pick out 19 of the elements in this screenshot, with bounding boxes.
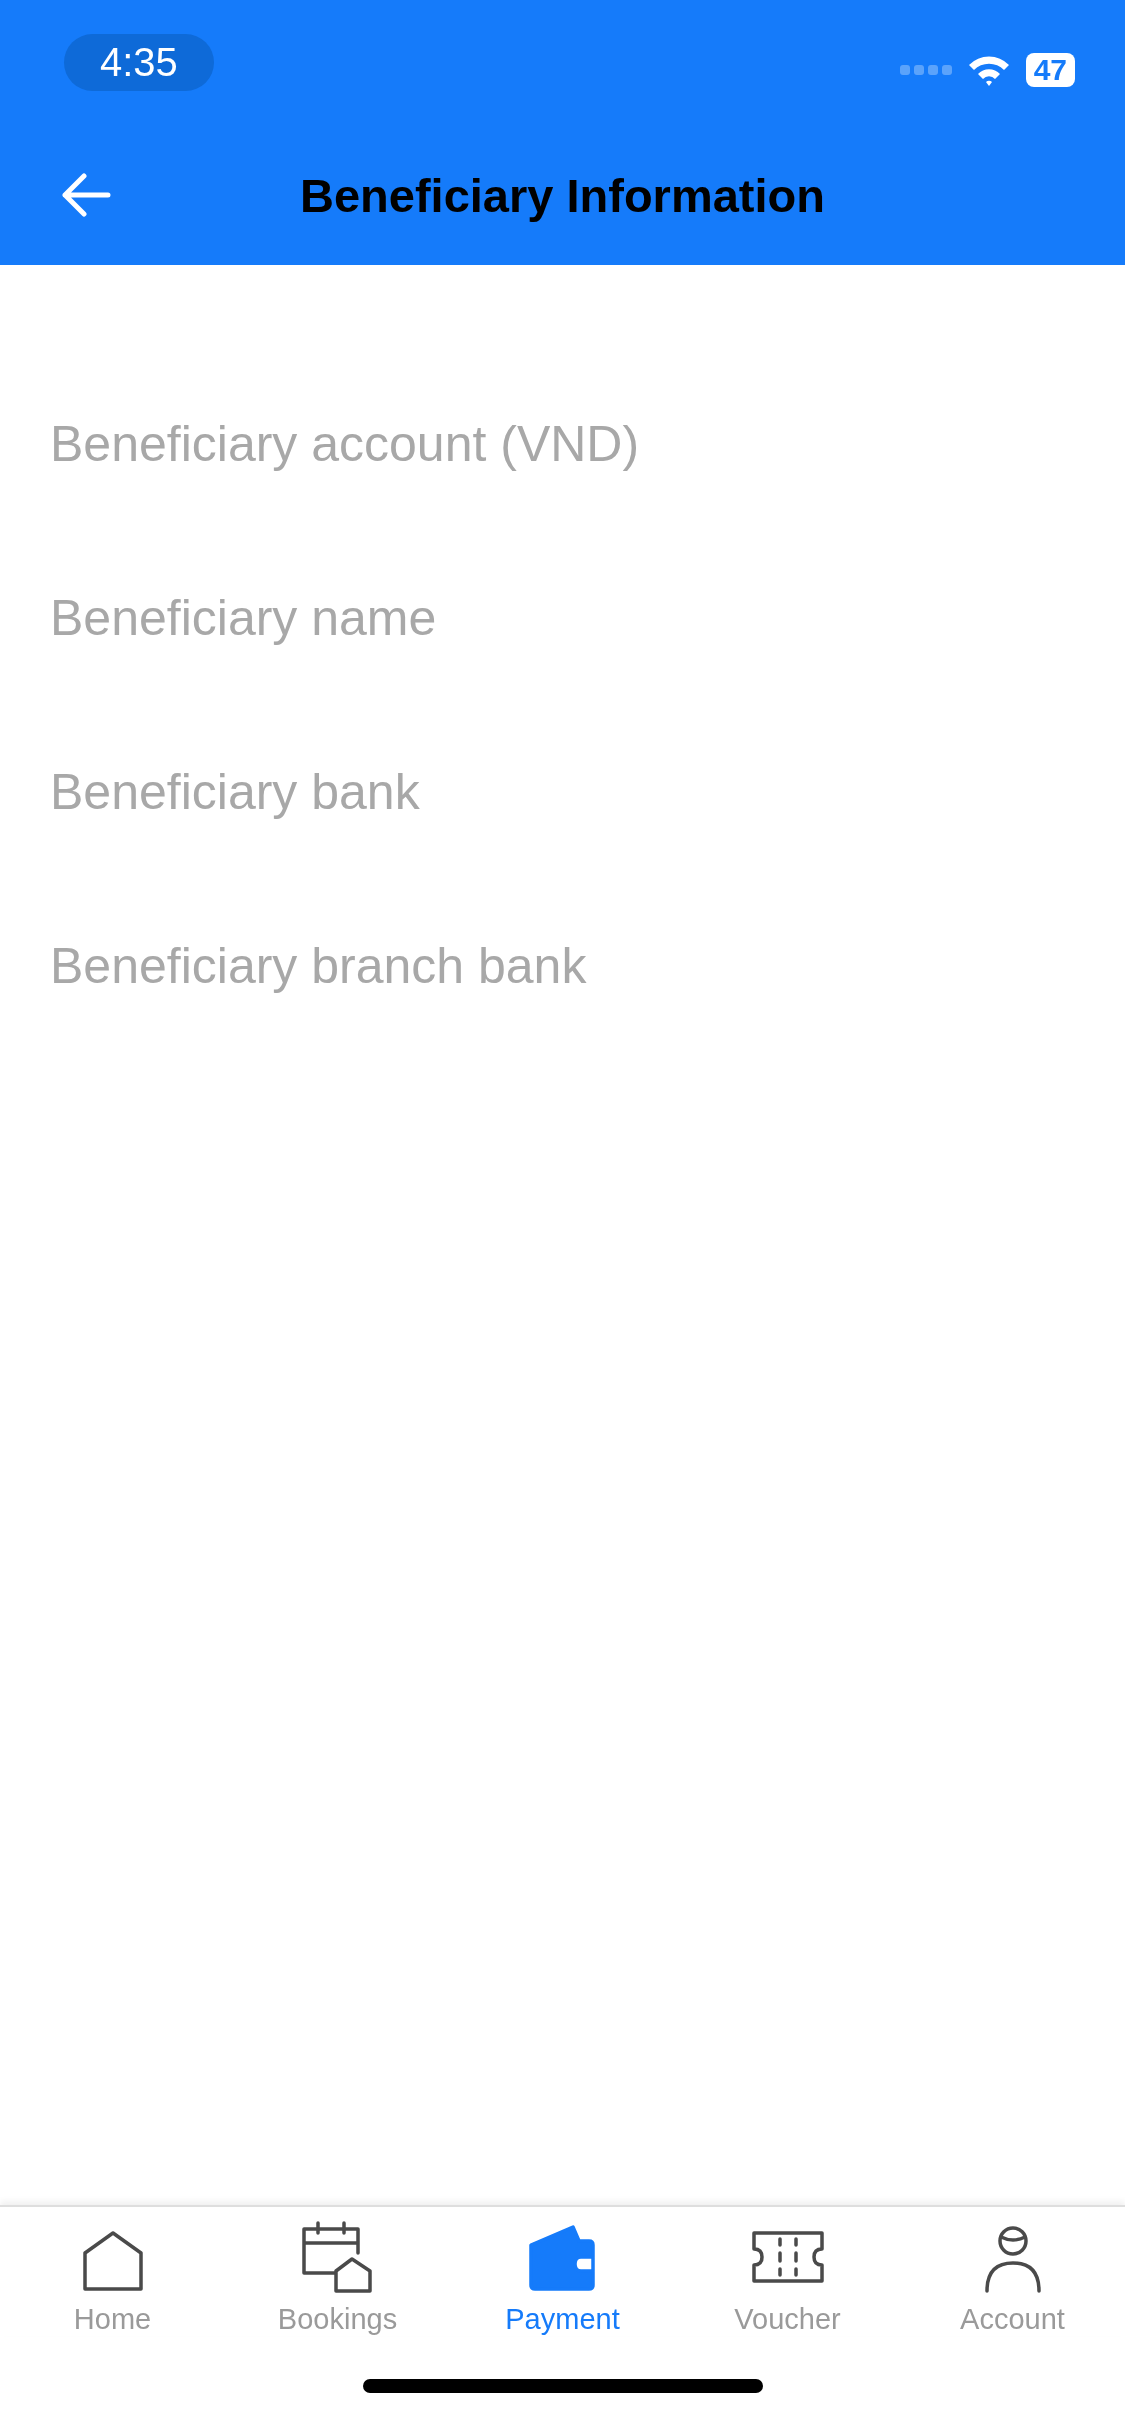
status-time: 4:35 — [64, 34, 214, 91]
tab-item[interactable]: Payment — [450, 2219, 675, 2336]
input-field[interactable]: Beneficiary bank — [50, 705, 1075, 879]
input-field[interactable]: Beneficiary branch bank — [50, 879, 1075, 1053]
calendar-house-icon — [301, 2221, 372, 2293]
ticket-icon — [751, 2231, 824, 2283]
battery-indicator: 47 — [1025, 52, 1075, 87]
signal-icon — [899, 63, 952, 76]
tab-item[interactable]: Bookings — [225, 2219, 450, 2336]
screen-title: Beneficiary Information — [300, 167, 825, 223]
back-arrow-icon[interactable] — [60, 173, 112, 217]
person-icon — [984, 2226, 1041, 2293]
tab-item[interactable]: Voucher — [675, 2219, 900, 2336]
house-icon — [82, 2231, 143, 2291]
input-field[interactable]: Beneficiary account (VND) — [50, 357, 1075, 531]
tab-item[interactable]: Account — [900, 2219, 1125, 2336]
tab-item[interactable]: Home — [0, 2219, 225, 2336]
input-field[interactable]: Beneficiary name — [50, 531, 1075, 705]
wallet-icon — [528, 2225, 595, 2291]
